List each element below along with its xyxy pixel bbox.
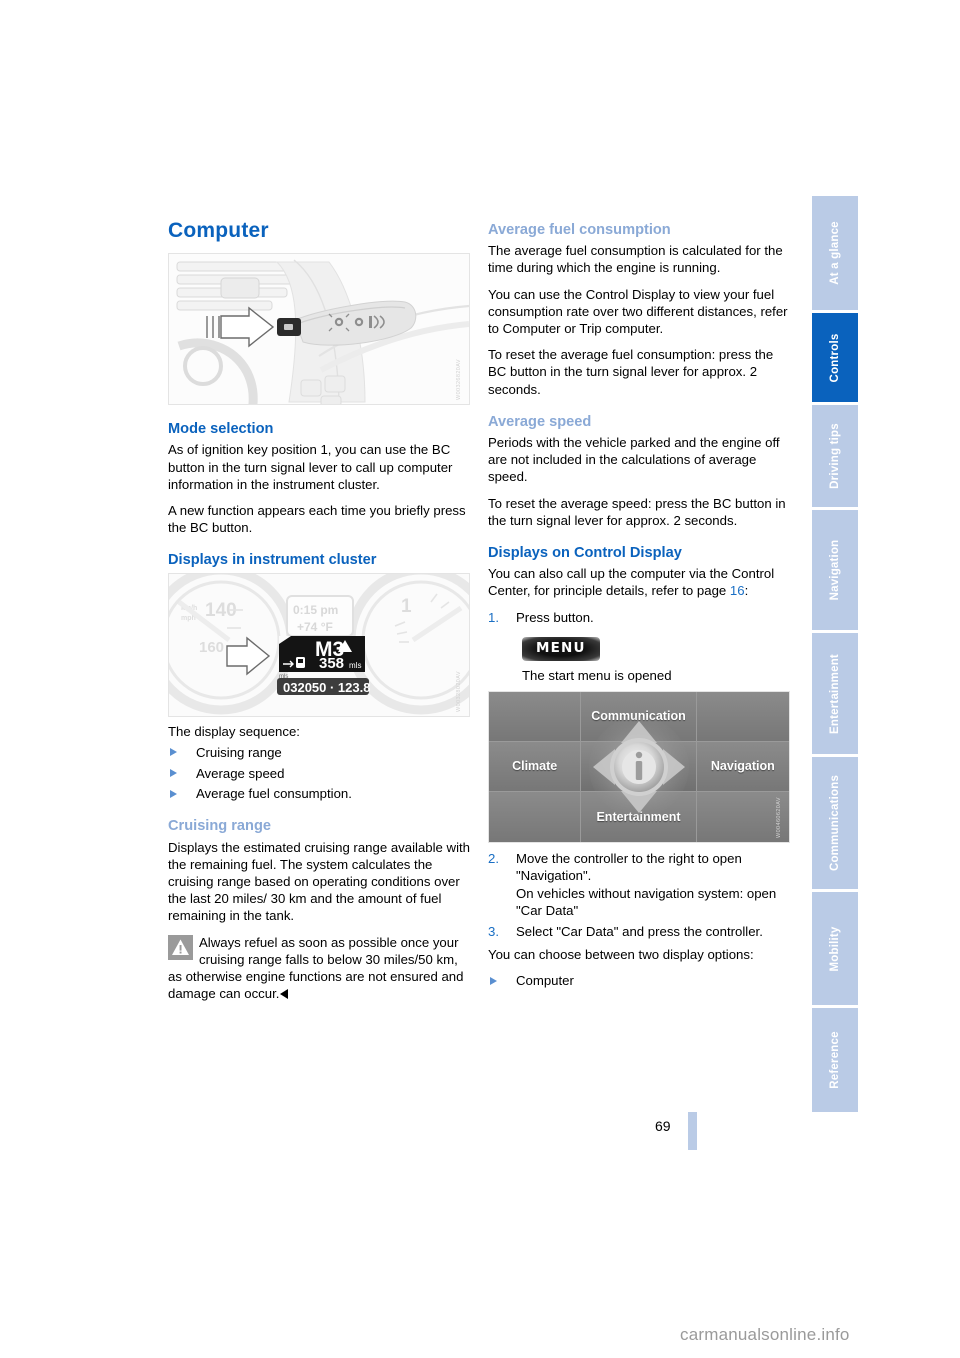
triangle-bullet-icon	[490, 976, 497, 985]
sidebar-tab-label: Driving tips	[829, 423, 841, 489]
sidebar-tab-communications[interactable]: Communications	[812, 757, 858, 893]
warning-end-marker-icon	[280, 989, 289, 1000]
list-item: Average speed	[168, 765, 470, 782]
list-item-label: Cruising range	[196, 744, 282, 760]
instrument-cluster-illustration: 140 160 1 km/h mph 0:15 pm +74 °F M3 358…	[169, 573, 469, 716]
step-text: Move the controller to the right to open…	[516, 851, 777, 918]
sidebar-tab-label: At a glance	[829, 221, 841, 286]
warning-triangle-icon	[168, 934, 193, 960]
warning-text: Always refuel as soon as possible once y…	[168, 934, 464, 1002]
sidebar-tab-mobility[interactable]: Mobility	[812, 892, 858, 1008]
list-item: 1. Press button.	[488, 609, 790, 626]
control-display-steps: 2. Move the controller to the right to o…	[488, 850, 790, 940]
heading-displays-instrument-cluster: Displays in instrument cluster	[168, 552, 377, 569]
sidebar-tab-driving-tips[interactable]: Driving tips	[812, 404, 858, 511]
display-sequence-intro: The display sequence:	[168, 723, 300, 739]
section-tabs-sidebar: At a glance Controls Driving tips Naviga…	[812, 196, 858, 1113]
list-item: Average fuel consumption.	[168, 785, 470, 802]
figure-turn-signal-lever: W00326820AV	[168, 253, 470, 406]
page-marker-bar	[688, 1112, 697, 1150]
triangle-bullet-icon	[170, 769, 177, 778]
cluster-clock: 0:15 pm	[293, 603, 338, 617]
start-menu-label: Climate	[512, 759, 558, 774]
info-icon	[635, 752, 643, 781]
start-menu-cell-empty-top-left	[489, 692, 582, 743]
sidebar-tab-controls[interactable]: Controls	[812, 313, 858, 405]
display-options-list: Computer	[488, 972, 790, 989]
cluster-range: 358	[319, 655, 344, 672]
afc-paragraph-2: You can use the Control Display to view …	[488, 286, 788, 337]
sidebar-tab-entertainment[interactable]: Entertainment	[812, 632, 858, 758]
mode-selection-paragraph-1: As of ignition key position 1, you can u…	[168, 442, 453, 492]
avg-speed-paragraph-1: Periods with the vehicle parked and the …	[488, 435, 780, 485]
heading-displays-on-control-display: Displays on Control Display	[488, 545, 682, 562]
turn-signal-lever-illustration	[169, 254, 469, 405]
list-item-label: Computer	[516, 973, 574, 989]
figure-code: W00328020AV	[455, 670, 462, 712]
sidebar-tab-label: Mobility	[829, 926, 841, 972]
list-item: Computer	[488, 972, 790, 989]
cruising-range-paragraph: Displays the estimated cruising range av…	[168, 839, 470, 924]
menu-button-key[interactable]: MENU	[522, 636, 600, 662]
menu-key-caption: The start menu is opened	[522, 668, 672, 684]
figure-control-display-start-menu: Communication Climate Navigation Enterta…	[488, 691, 790, 844]
start-menu-item-climate[interactable]: Climate	[489, 742, 582, 793]
step-number: 2.	[488, 851, 499, 867]
cluster-range-unit: mls	[349, 661, 361, 670]
start-menu-label: Navigation	[710, 759, 775, 774]
sidebar-tab-reference[interactable]: Reference	[812, 1007, 858, 1113]
control-display-intro: You can also call up the computer via th…	[488, 565, 790, 599]
page-title: Computer	[168, 219, 269, 242]
sidebar-tab-label: Communications	[829, 775, 841, 872]
avg-speed-paragraph-2: To reset the average speed: press the BC…	[488, 495, 786, 528]
cluster-tick-1: 1	[401, 596, 412, 617]
page-reference-link[interactable]: 16	[730, 583, 745, 598]
start-menu-item-navigation[interactable]: Navigation	[696, 742, 789, 793]
list-item: Cruising range	[168, 744, 470, 761]
afc-paragraph-3: To reset the average fuel consumption: p…	[488, 347, 774, 397]
control-display-intro-suffix: :	[744, 583, 749, 599]
sidebar-tab-at-a-glance[interactable]: At a glance	[812, 196, 858, 314]
afc-paragraph-1: The average fuel consumption is calculat…	[488, 243, 783, 276]
left-column: Computer W00326820AV Mode selection As o…	[168, 219, 470, 1010]
controller-rosette-icon	[589, 717, 689, 818]
step-number: 1.	[488, 609, 499, 625]
heading-average-speed: Average speed	[488, 413, 592, 430]
heading-mode-selection: Mode selection	[168, 421, 274, 438]
sidebar-tab-label: Controls	[829, 333, 841, 383]
sidebar-tab-label: Entertainment	[829, 653, 841, 734]
warning-block: Always refuel as soon as possible once y…	[168, 934, 470, 1003]
cluster-odometer: 032050 · 123.8	[283, 680, 370, 695]
sidebar-tab-navigation[interactable]: Navigation	[812, 510, 858, 633]
start-menu-cell-empty-top-right	[696, 692, 789, 743]
control-display-step-1: 1. Press button.	[488, 609, 790, 626]
sidebar-tab-label: Reference	[829, 1031, 841, 1089]
step-text: Press button.	[516, 609, 594, 625]
heading-cruising-range: Cruising range	[168, 818, 271, 835]
list-item-label: Average fuel consumption.	[196, 786, 352, 802]
site-watermark: carmanualsonline.info	[680, 1325, 850, 1344]
list-item: 3. Select "Car Data" and press the contr…	[488, 923, 790, 940]
cluster-temperature: +74 °F	[297, 620, 333, 634]
mode-selection-paragraph-2: A new function appears each time you bri…	[168, 503, 466, 536]
right-column: Average fuel consumption The average fue…	[488, 222, 790, 996]
triangle-bullet-icon	[170, 748, 177, 757]
figure-code: W00460620AV	[775, 797, 782, 839]
display-options-intro: You can choose between two display optio…	[488, 947, 754, 963]
page-number: 69	[655, 1118, 671, 1134]
manual-page: At a glance Controls Driving tips Naviga…	[0, 0, 960, 1358]
list-item-label: Average speed	[196, 765, 285, 781]
heading-average-fuel-consumption: Average fuel consumption	[488, 222, 671, 238]
list-item: 2. Move the controller to the right to o…	[488, 850, 790, 919]
display-sequence-list: Cruising range Average speed Average fue…	[168, 744, 470, 803]
figure-instrument-cluster: 140 160 1 km/h mph 0:15 pm +74 °F M3 358…	[168, 572, 470, 717]
sidebar-tab-label: Navigation	[829, 539, 841, 601]
step-number: 3.	[488, 924, 499, 940]
step-text: Select "Car Data" and press the controll…	[516, 924, 763, 940]
triangle-bullet-icon	[170, 789, 177, 798]
cluster-tick-160: 160	[199, 639, 224, 656]
start-menu-cell-empty-bottom-left	[489, 792, 582, 843]
figure-code: W00326820AV	[455, 359, 462, 401]
